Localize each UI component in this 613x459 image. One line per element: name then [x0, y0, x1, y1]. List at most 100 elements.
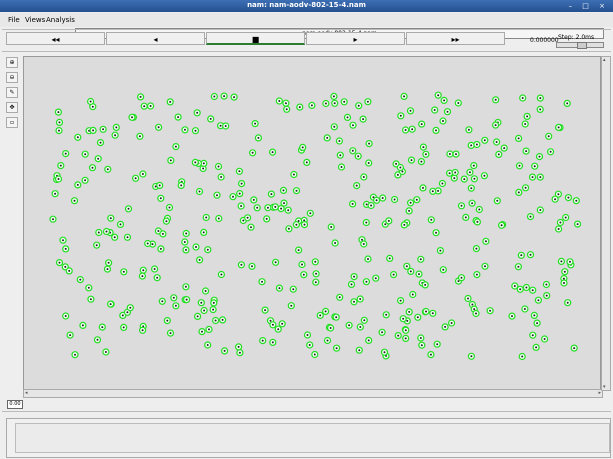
network-node[interactable] [275, 284, 283, 292]
network-node[interactable] [498, 221, 506, 229]
network-node[interactable] [300, 221, 309, 229]
network-node[interactable] [157, 194, 165, 202]
network-node[interactable] [514, 263, 522, 271]
network-node[interactable] [182, 229, 190, 238]
network-node[interactable] [274, 325, 282, 333]
network-node[interactable] [269, 148, 277, 156]
network-node[interactable] [323, 134, 331, 142]
select-icon[interactable]: ▫ [6, 117, 18, 128]
network-node[interactable] [229, 193, 237, 201]
network-node[interactable] [236, 190, 244, 198]
network-node[interactable] [432, 229, 440, 237]
network-node[interactable] [312, 270, 320, 278]
network-node[interactable] [89, 126, 97, 135]
network-node[interactable] [204, 341, 212, 349]
network-node[interactable] [167, 156, 175, 165]
network-node[interactable] [136, 132, 144, 140]
network-node[interactable] [564, 194, 573, 202]
stop-button[interactable]: ■ [206, 32, 305, 45]
network-node[interactable] [106, 300, 115, 308]
network-node[interactable] [407, 199, 415, 207]
network-node[interactable] [515, 162, 524, 170]
network-node[interactable] [215, 214, 223, 223]
network-node[interactable] [193, 109, 201, 117]
network-node[interactable] [151, 265, 159, 273]
network-node[interactable] [413, 196, 421, 204]
scroll-left-icon[interactable]: ◂ [25, 390, 28, 396]
network-node[interactable] [446, 150, 454, 158]
step-slider-thumb[interactable] [577, 42, 587, 49]
network-node[interactable] [120, 268, 128, 276]
network-node[interactable] [138, 272, 147, 280]
network-node[interactable] [238, 179, 246, 188]
network-node[interactable] [299, 143, 307, 152]
network-node[interactable] [62, 312, 70, 320]
network-node[interactable] [336, 151, 344, 159]
network-node[interactable] [515, 134, 523, 143]
network-node[interactable] [311, 350, 319, 359]
network-node[interactable] [493, 138, 501, 146]
network-node[interactable] [120, 323, 128, 331]
step-back-button[interactable]: ◂ [106, 32, 205, 45]
network-node[interactable] [436, 247, 444, 255]
network-node[interactable] [306, 341, 314, 349]
network-node[interactable] [557, 257, 566, 265]
network-node[interactable] [521, 120, 529, 128]
network-node[interactable] [244, 214, 252, 222]
network-node[interactable] [382, 311, 390, 319]
network-node[interactable] [534, 296, 543, 304]
network-node[interactable] [422, 307, 430, 316]
network-node[interactable] [533, 319, 541, 327]
vertical-scrollbar[interactable]: ▴ ▾ [601, 56, 611, 391]
fast-forward-button[interactable]: ▸▸ [406, 32, 505, 45]
network-node[interactable] [536, 206, 544, 214]
network-node[interactable] [275, 97, 283, 105]
network-node[interactable] [563, 99, 571, 108]
edit-icon[interactable]: ✎ [6, 87, 18, 98]
network-node[interactable] [386, 254, 394, 262]
network-node[interactable] [290, 170, 298, 179]
network-node[interactable] [354, 152, 362, 160]
network-node[interactable] [419, 143, 427, 151]
network-node[interactable] [158, 297, 166, 305]
network-node[interactable] [451, 168, 459, 177]
network-node[interactable] [530, 311, 538, 319]
network-node[interactable] [511, 282, 519, 290]
network-node[interactable] [362, 218, 370, 227]
network-node[interactable] [322, 99, 330, 108]
network-node[interactable] [433, 340, 441, 348]
network-node[interactable] [468, 199, 476, 207]
network-node[interactable] [253, 204, 261, 212]
network-node[interactable] [365, 159, 373, 167]
network-node[interactable] [138, 326, 147, 334]
network-node[interactable] [102, 348, 110, 356]
network-node[interactable] [481, 136, 489, 144]
network-node[interactable] [250, 196, 258, 204]
network-node[interactable] [166, 98, 174, 106]
network-node[interactable] [295, 246, 303, 254]
network-node[interactable] [74, 181, 82, 189]
network-node[interactable] [146, 102, 155, 110]
network-node[interactable] [139, 266, 147, 274]
network-node[interactable] [355, 346, 363, 354]
network-node[interactable] [408, 125, 416, 133]
network-node[interactable] [517, 251, 525, 259]
network-node[interactable] [298, 260, 306, 269]
annotation-list[interactable] [15, 423, 610, 453]
network-node[interactable] [359, 115, 367, 123]
network-node[interactable] [172, 302, 180, 310]
network-node[interactable] [181, 126, 189, 134]
network-node[interactable] [86, 97, 95, 106]
network-node[interactable] [486, 307, 494, 315]
network-node[interactable] [251, 119, 259, 128]
network-node[interactable] [467, 141, 475, 150]
network-node[interactable] [283, 105, 291, 113]
network-node[interactable] [515, 188, 523, 196]
network-node[interactable] [337, 163, 346, 171]
network-node[interactable] [572, 197, 580, 205]
network-node[interactable] [76, 276, 84, 284]
network-node[interactable] [493, 197, 501, 205]
network-node[interactable] [564, 299, 572, 307]
network-node[interactable] [519, 94, 527, 102]
network-node[interactable] [66, 331, 74, 339]
